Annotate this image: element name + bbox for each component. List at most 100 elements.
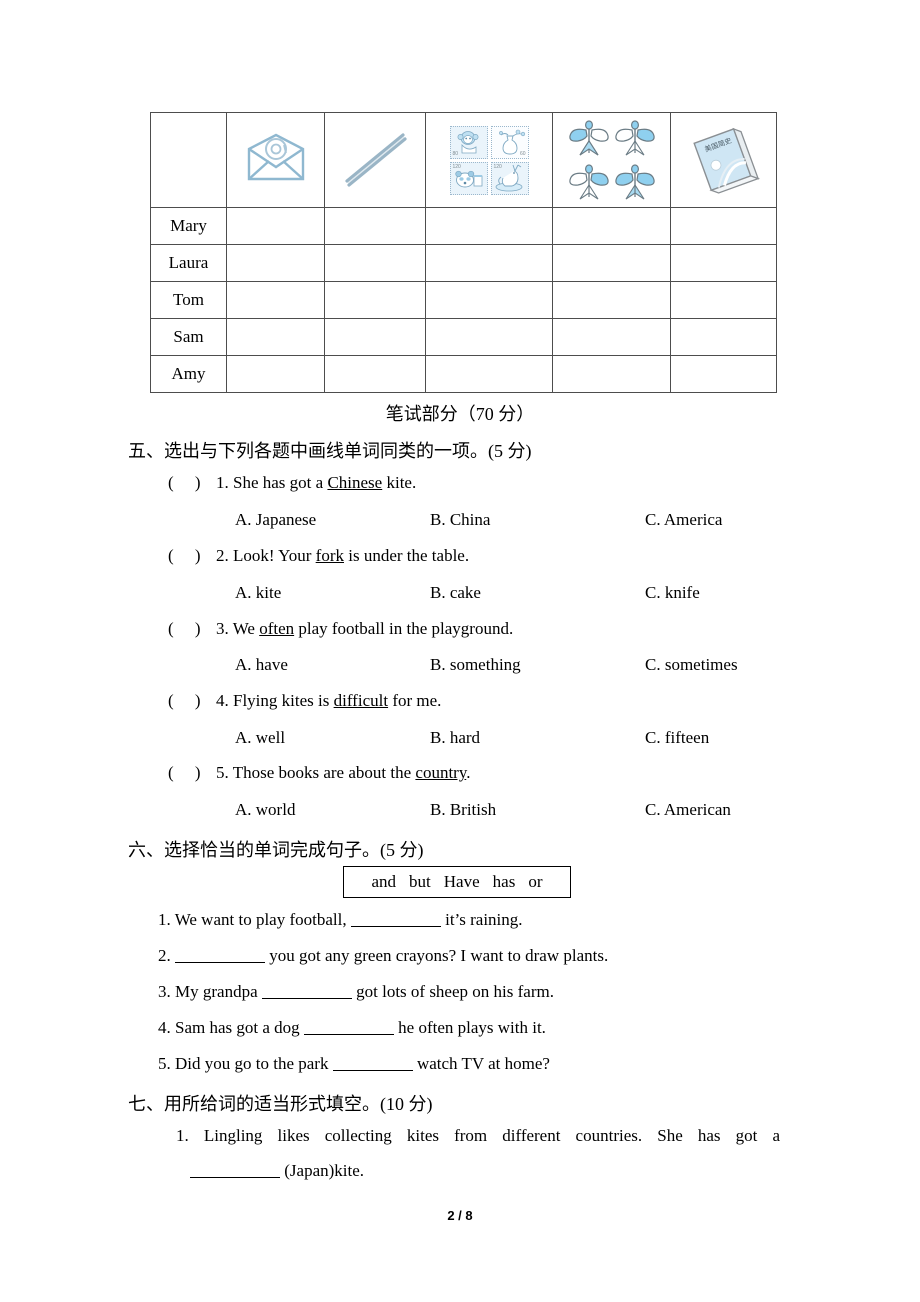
page-footer: 2 / 8	[447, 1208, 473, 1223]
swallow-kites-icon	[566, 116, 658, 204]
option-a[interactable]: A. world	[235, 800, 295, 820]
header-cell-kites	[552, 112, 671, 208]
fill-blank[interactable]	[190, 1162, 280, 1178]
option-a[interactable]: A. Japanese	[235, 510, 316, 530]
option-b[interactable]: B. China	[430, 510, 490, 530]
item-number: 1.	[158, 910, 171, 929]
item-number: 3.	[158, 982, 171, 1001]
answer-cell[interactable]	[324, 244, 426, 282]
word-bank-item[interactable]: and	[372, 872, 397, 892]
fill-item-2: 2. you got any green crayons? I want to …	[158, 946, 608, 966]
answer-bracket[interactable]: ( )	[168, 546, 216, 566]
answer-cell[interactable]	[324, 355, 426, 393]
word-bank-item[interactable]: or	[528, 872, 542, 892]
item-text-pre: My grandpa	[170, 982, 262, 1001]
question-4: ( ) 4. Flying kites is difficult for me.	[168, 691, 441, 711]
answer-bracket[interactable]: ( )	[168, 619, 216, 639]
stamp-monkey: 80	[449, 125, 488, 159]
option-c[interactable]: C. American	[645, 800, 731, 820]
question-text-pre: Flying kites is	[228, 691, 334, 710]
option-b[interactable]: B. something	[430, 655, 521, 675]
exam-page: 80 60 120 120 美国简史 Mary Laura Tom Sam Am…	[0, 0, 920, 1302]
option-c[interactable]: C. America	[645, 510, 722, 530]
answer-cell[interactable]	[425, 207, 553, 245]
answer-cell[interactable]	[670, 318, 777, 356]
section-seven-item-1-line-2: (Japan)kite.	[190, 1161, 364, 1181]
fill-blank[interactable]	[261, 983, 352, 999]
answer-cell[interactable]	[670, 244, 777, 282]
option-a[interactable]: A. kite	[235, 583, 281, 603]
options-row-4: A. well B. hard C. fifteen	[0, 728, 920, 750]
item-number: 5.	[158, 1054, 171, 1073]
fill-blank[interactable]	[332, 1055, 413, 1071]
section-seven-item-1-line-1: 1. Lingling likes collecting kites from …	[176, 1126, 780, 1145]
question-number: 5.	[216, 763, 229, 782]
answer-cell[interactable]	[324, 318, 426, 356]
question-5: ( ) 5. Those books are about the country.	[168, 763, 470, 783]
option-c[interactable]: C. sometimes	[645, 655, 738, 675]
answer-bracket[interactable]: ( )	[168, 473, 216, 493]
option-b[interactable]: B. British	[430, 800, 496, 820]
item-text-post: got lots of sheep on his farm.	[351, 982, 554, 1001]
table-row: Laura	[150, 244, 777, 282]
answer-cell[interactable]	[552, 355, 671, 393]
kite-icon	[612, 160, 658, 204]
answer-cell[interactable]	[425, 281, 553, 319]
answer-cell[interactable]	[425, 244, 553, 282]
answer-cell[interactable]	[226, 281, 325, 319]
word-bank-item[interactable]: Have	[444, 872, 480, 892]
stamp-value: 120	[493, 163, 502, 170]
stamp-panda: 120	[449, 161, 488, 195]
option-c[interactable]: C. fifteen	[645, 728, 709, 748]
option-a[interactable]: A. well	[235, 728, 285, 748]
option-c[interactable]: C. knife	[645, 583, 700, 603]
question-number: 3.	[216, 619, 229, 638]
answer-cell[interactable]	[226, 355, 325, 393]
fill-blank[interactable]	[303, 1019, 394, 1035]
answer-cell[interactable]	[324, 207, 426, 245]
stamp-vase: 60	[490, 125, 529, 159]
student-name: Tom	[150, 281, 227, 319]
answer-bracket[interactable]: ( )	[168, 691, 216, 711]
answer-bracket[interactable]: ( )	[168, 763, 216, 783]
answer-cell[interactable]	[552, 207, 671, 245]
option-b[interactable]: B. hard	[430, 728, 480, 748]
answer-cell[interactable]	[226, 207, 325, 245]
fill-blank[interactable]	[350, 911, 441, 927]
options-row-5: A. world B. British C. American	[0, 800, 920, 822]
item-text-post: it’s raining.	[440, 910, 523, 929]
option-a[interactable]: A. have	[235, 655, 288, 675]
fill-blank[interactable]	[175, 947, 265, 963]
stamp-deer: 120	[490, 161, 529, 195]
answer-cell[interactable]	[226, 318, 325, 356]
answer-cell[interactable]	[226, 244, 325, 282]
answer-cell[interactable]	[425, 355, 553, 393]
answer-cell[interactable]	[324, 281, 426, 319]
word-bank-item[interactable]: has	[493, 872, 516, 892]
question-text-post: is under the table.	[343, 546, 470, 565]
fill-item-4: 4. Sam has got a dog he often plays with…	[158, 1018, 546, 1038]
underlined-word: country	[415, 763, 467, 782]
answer-cell[interactable]	[670, 355, 777, 393]
stamp-value: 120	[452, 163, 461, 170]
word-bank-item[interactable]: but	[409, 872, 431, 892]
question-text-pre: She has got a	[228, 473, 328, 492]
answer-cell[interactable]	[552, 318, 671, 356]
header-cell-email	[226, 112, 325, 208]
table-header-row: 80 60 120 120 美国简史	[150, 112, 777, 208]
options-row-1: A. Japanese B. China C. America	[0, 510, 920, 532]
word-bank-box: and but Have has or	[343, 866, 571, 898]
table-row: Sam	[150, 318, 777, 356]
fill-item-5: 5. Did you go to the park watch TV at ho…	[158, 1054, 550, 1074]
book-icon: 美国简史	[687, 122, 761, 199]
answer-cell[interactable]	[670, 281, 777, 319]
question-text-post: .	[466, 763, 471, 782]
answer-cell[interactable]	[552, 244, 671, 282]
kite-icon	[566, 160, 612, 204]
answer-cell[interactable]	[425, 318, 553, 356]
student-name: Mary	[150, 207, 227, 245]
options-row-2: A. kite B. cake C. knife	[0, 583, 920, 605]
answer-cell[interactable]	[552, 281, 671, 319]
answer-cell[interactable]	[670, 207, 777, 245]
option-b[interactable]: B. cake	[430, 583, 481, 603]
